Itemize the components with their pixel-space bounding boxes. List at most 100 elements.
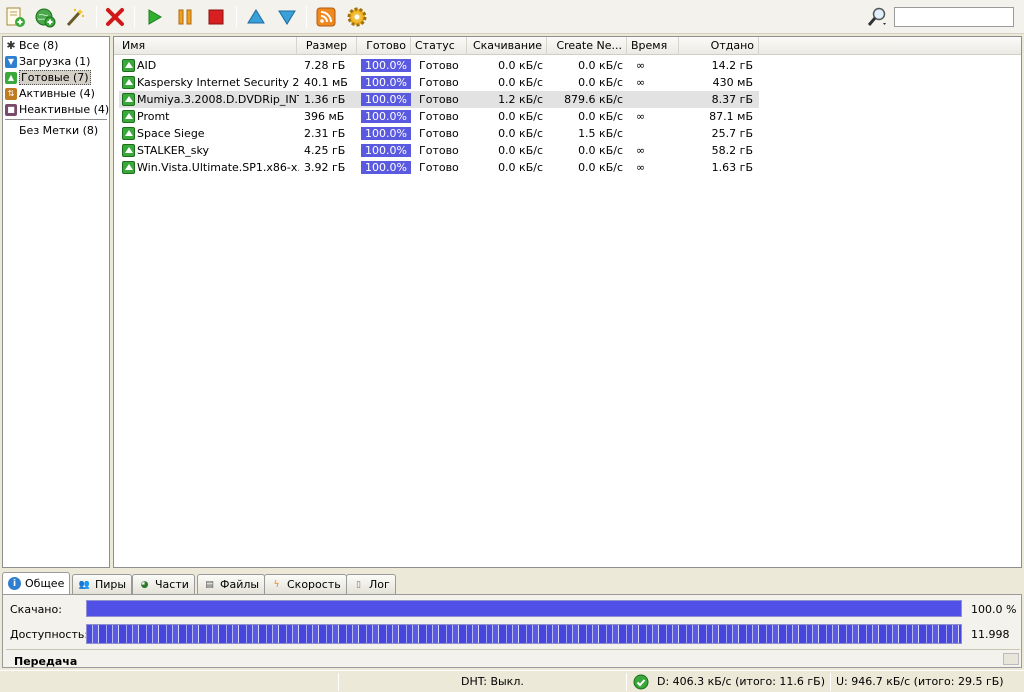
tab-pieces[interactable]: ◕ Части [132,574,195,594]
status-divider [338,673,339,691]
torrent-row[interactable]: Kaspersky Internet Security 2... 40.1 мБ… [119,74,759,91]
torrent-progress: 100.0% [361,144,411,157]
torrent-download-speed: 0.0 кБ/с [498,110,543,123]
sidebar-item-active[interactable]: ⇅ Активные (4) [5,86,95,101]
torrent-download-speed: 0.0 кБ/с [498,144,543,157]
panel-resize-grip[interactable] [1003,653,1019,665]
torrent-status: Готово [419,144,459,157]
torrent-size: 2.31 гБ [304,127,346,140]
download-status: D: 406.3 кБ/с (итого: 11.6 гБ) [657,675,825,688]
column-header-done[interactable]: Готово [357,37,411,55]
rss-icon[interactable] [313,4,339,30]
torrent-download-speed: 0.0 кБ/с [498,161,543,174]
column-header-size[interactable]: Размер [297,37,357,55]
search-input[interactable] [894,7,1014,27]
torrent-uploaded: 25.7 гБ [711,127,753,140]
active-icon: ⇅ [5,87,17,100]
list-header: Имя Размер Готово Статус Скачивание Crea… [114,37,1021,55]
torrent-upload-speed: 0.0 кБ/с [578,76,623,89]
torrent-row[interactable]: Space Siege 2.31 гБ 100.0% Готово 0.0 кБ… [119,125,759,142]
start-icon[interactable] [141,4,167,30]
toolbar-separator [236,6,237,28]
column-header-name[interactable]: Имя [118,37,297,55]
seeding-status-icon [122,110,135,123]
seeding-status-icon [122,161,135,174]
tab-label: Файлы [220,578,260,591]
tab-files[interactable]: ▤ Файлы [197,574,266,594]
sidebar-item-all[interactable]: ✱ Все (8) [5,38,58,53]
transfer-section: Передача [6,649,1020,667]
torrent-status: Готово [419,76,459,89]
sidebar-divider [5,119,107,120]
column-header-status[interactable]: Статус [411,37,467,55]
network-ok-icon[interactable] [633,674,649,692]
torrent-row[interactable]: Promt 396 мБ 100.0% Готово 0.0 кБ/с 0.0 … [119,108,759,125]
torrent-uploaded: 14.2 гБ [711,59,753,72]
tab-log[interactable]: ▯ Лог [346,574,396,594]
search-icon[interactable] [864,4,890,30]
upload-status: U: 946.7 кБ/с (итого: 29.5 гБ) [836,675,1004,688]
torrent-eta: ∞ [636,110,646,123]
tab-label: Пиры [95,578,127,591]
torrent-uploaded: 8.37 гБ [711,93,753,106]
torrent-size: 3.92 гБ [304,161,346,174]
sidebar-item-label: Без Метки (8) [19,124,99,137]
tab-speed[interactable]: ϟ Скорость [264,574,347,594]
pieces-icon: ◕ [140,579,149,590]
torrent-row[interactable]: STALKER_sky 4.25 гБ 100.0% Готово 0.0 кБ… [119,142,759,159]
column-header-eta[interactable]: Время [627,37,679,55]
move-up-icon[interactable] [243,4,269,30]
dht-status: DHT: Выкл. [461,675,524,688]
column-header-download[interactable]: Скачивание [467,37,547,55]
sidebar-item-inactive[interactable]: ■ Неактивные (4) [5,102,109,117]
download-icon: ▼ [5,55,17,68]
seeding-status-icon [122,93,135,106]
downloaded-label: Скачано: [10,603,62,616]
sidebar-label-no-label[interactable]: Без Метки (8) [19,123,98,138]
torrent-progress: 100.0% [361,127,411,140]
tab-general[interactable]: i Общее [2,572,71,594]
sidebar-item-downloading[interactable]: ▼ Загрузка (1) [5,54,90,69]
add-torrent-icon[interactable] [2,4,28,30]
tab-label: Части [155,578,189,591]
torrent-download-speed: 0.0 кБ/с [498,59,543,72]
pause-icon[interactable] [172,4,198,30]
remove-icon[interactable] [102,4,128,30]
availability-bar [86,624,962,644]
category-sidebar: ✱ Все (8) ▼ Загрузка (1) ▲ Готовые (7) ⇅… [2,36,110,568]
settings-gear-icon[interactable] [344,4,370,30]
all-icon: ✱ [6,39,16,52]
torrent-eta: ∞ [636,76,646,89]
files-icon: ▤ [205,579,214,590]
torrent-download-speed: 0.0 кБ/с [498,127,543,140]
tab-label: Лог [369,578,390,591]
torrent-upload-speed: 0.0 кБ/с [578,59,623,72]
torrent-eta [636,125,676,142]
torrent-list: Имя Размер Готово Статус Скачивание Crea… [113,36,1022,568]
add-url-icon[interactable] [32,4,58,30]
torrent-eta [636,91,676,108]
torrent-download-speed: 1.2 кБ/с [498,93,543,106]
sidebar-item-completed[interactable]: ▲ Готовые (7) [5,70,91,85]
create-torrent-icon[interactable] [62,4,88,30]
tab-peers[interactable]: 👥 Пиры [72,574,133,594]
torrent-name: Promt [137,110,170,123]
availability-label: Доступность: [10,628,89,641]
column-header-upload[interactable]: Create Ne... [547,37,627,55]
tab-label: Общее [25,577,65,590]
torrent-row[interactable]: AID 7.28 гБ 100.0% Готово 0.0 кБ/с 0.0 к… [119,57,759,74]
torrent-download-speed: 0.0 кБ/с [498,76,543,89]
stop-icon[interactable] [203,4,229,30]
column-header-uploaded[interactable]: Отдано [679,37,759,55]
torrent-name: Kaspersky Internet Security 2... [137,76,299,89]
availability-value: 11.998 [971,628,1010,641]
torrent-name: AID [137,59,157,72]
move-down-icon[interactable] [274,4,300,30]
torrent-name: Mumiya.3.2008.D.DVDRip_INT... [137,93,299,106]
tab-label: Скорость [287,578,341,591]
torrent-row[interactable]: Mumiya.3.2008.D.DVDRip_INT... 1.36 гБ 10… [119,91,759,108]
seeding-status-icon [122,144,135,157]
torrent-upload-speed: 0.0 кБ/с [578,144,623,157]
torrent-status: Готово [419,110,459,123]
torrent-row[interactable]: Win.Vista.Ultimate.SP1.x86-x... 3.92 гБ … [119,159,759,176]
